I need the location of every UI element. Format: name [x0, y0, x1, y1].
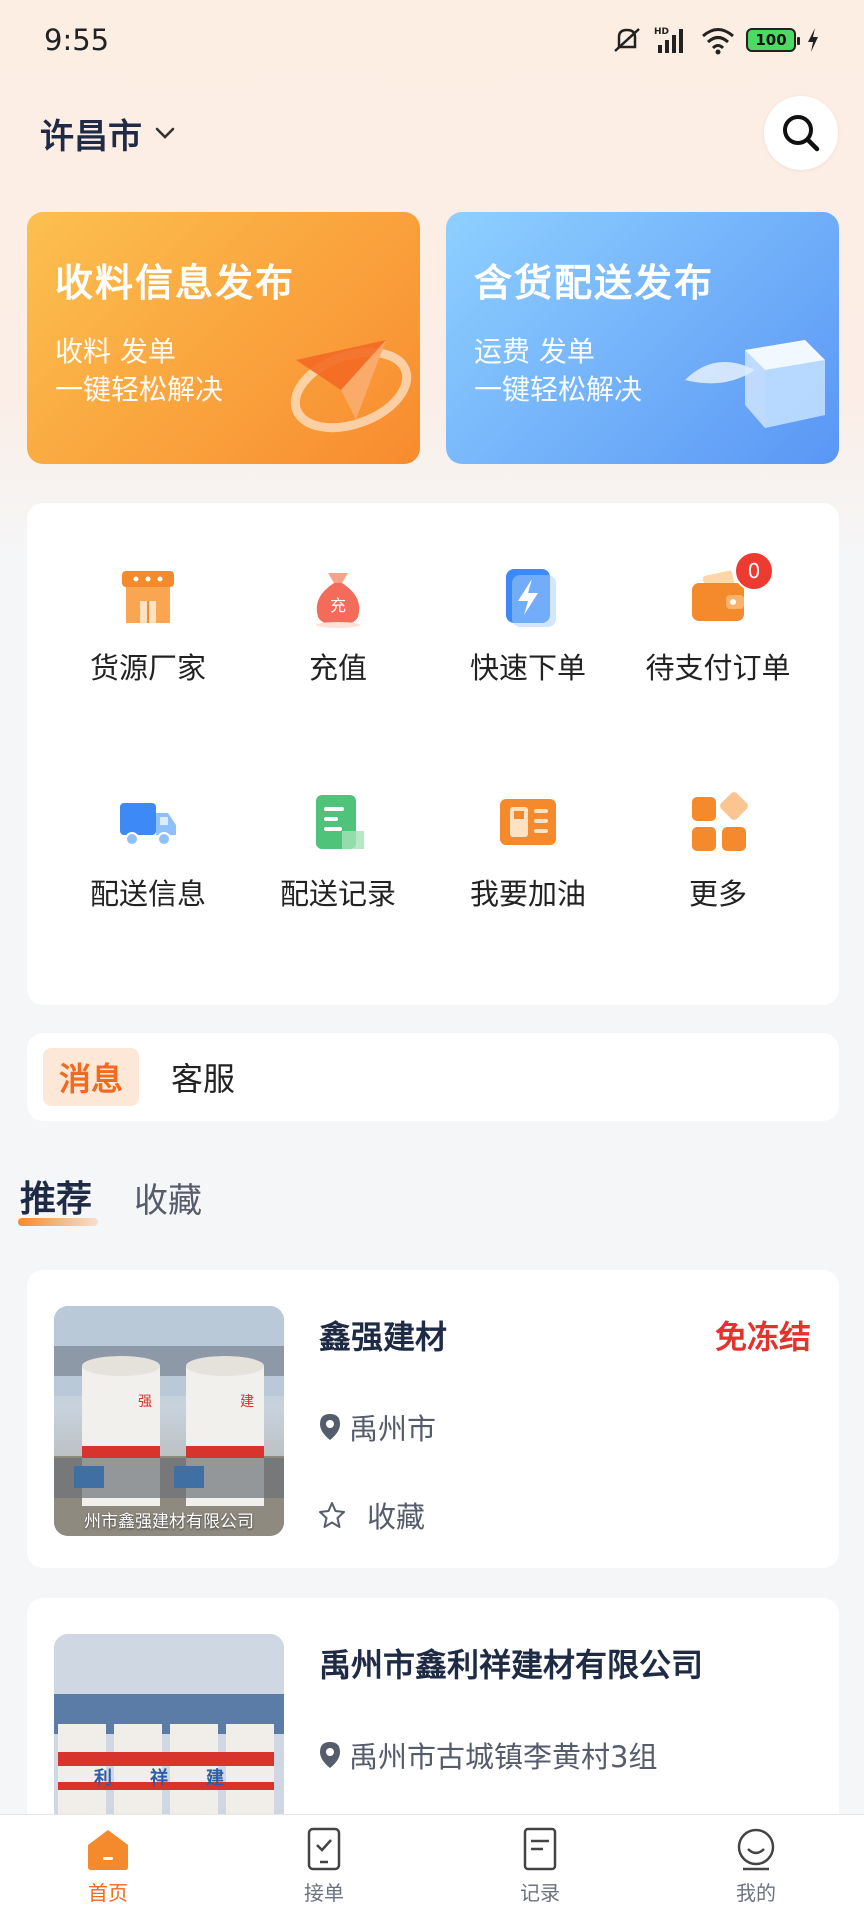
battery-indicator: 100	[746, 28, 800, 52]
search-icon	[783, 115, 820, 152]
mute-icon	[614, 28, 640, 52]
grid-label: 我要加油	[469, 877, 586, 911]
grid-item-quick-order[interactable]: 快速下单	[433, 565, 623, 705]
grid-label: 充值	[308, 651, 367, 685]
winged-box-icon	[685, 340, 825, 428]
banner-row: 收料信息发布 收料 发单 一键轻松解决 含货配送发布 运费 发单 一键轻松解决	[27, 212, 839, 464]
favorite-label: 收藏	[367, 1500, 426, 1534]
nav-item-profile[interactable]: 我的	[648, 1815, 864, 1920]
product-location: 禹州市	[317, 1406, 436, 1448]
product-card[interactable]: 利 祥 建 禹州市鑫利祥建材有限公司 禹州市古城镇李黄村3组	[27, 1598, 839, 1864]
banner-title: 含货配送发布	[474, 261, 715, 305]
money-bag-icon: 充	[316, 573, 360, 628]
grid-item-more[interactable]: 更多	[623, 791, 813, 931]
status-icons: HD 100	[610, 25, 820, 55]
location-pin-icon	[320, 1414, 340, 1440]
message-tag: 消息	[43, 1048, 140, 1106]
grid-label: 货源厂家	[89, 651, 206, 685]
grid-item-delivery-record[interactable]: 配送记录	[243, 791, 433, 931]
message-bar[interactable]: 消息 客服	[27, 1033, 839, 1121]
svg-text:充: 充	[330, 596, 346, 615]
product-location: 禹州市古城镇李黄村3组	[317, 1734, 657, 1776]
search-button[interactable]	[764, 96, 838, 170]
location-text: 禹州市古城镇李黄村3组	[349, 1740, 658, 1774]
nav-item-orders[interactable]: 接单	[216, 1815, 432, 1920]
truck-icon	[120, 803, 176, 846]
header: 许昌市	[0, 88, 864, 178]
home-icon	[88, 1830, 128, 1870]
record-icon	[316, 795, 364, 849]
wifi-icon	[702, 28, 734, 55]
product-name: 禹州市鑫利祥建材有限公司	[319, 1646, 704, 1684]
bottom-nav: 首页 接单 记录 我的	[0, 1814, 864, 1920]
banner-receive-material[interactable]: 收料信息发布 收料 发单 一键轻松解决	[27, 212, 420, 464]
grid-label: 配送记录	[279, 877, 396, 911]
favorite-button[interactable]: 收藏	[317, 1494, 425, 1536]
paper-plane-icon	[290, 340, 412, 433]
star-icon	[319, 1502, 345, 1528]
svg-text:强: 强	[138, 1394, 152, 1410]
nav-label: 我的	[736, 1881, 776, 1905]
product-card[interactable]: 强 建 州市鑫强建材有限公司 鑫强建材 免冻结 禹州市 收藏	[27, 1270, 839, 1568]
grid-item-refuel[interactable]: 我要加油	[433, 791, 623, 931]
location-text: 禹州市	[349, 1412, 437, 1446]
factory-icon	[122, 571, 174, 623]
quick-actions-card: 货源厂家 充 充值 快速下单 0 待支付订单 配送信息 配送记录 我要加油 更多	[27, 503, 839, 1005]
nav-item-records[interactable]: 记录	[432, 1815, 648, 1920]
grid-item-factory[interactable]: 货源厂家	[53, 565, 243, 705]
banner-goods-delivery[interactable]: 含货配送发布 运费 发单 一键轻松解决	[446, 212, 839, 464]
image-caption: 州市鑫强建材有限公司	[84, 1512, 254, 1532]
grid-label: 配送信息	[89, 877, 206, 911]
signal-icon: HD	[654, 27, 683, 53]
svg-text:HD: HD	[654, 27, 669, 37]
document-icon	[523, 1827, 557, 1871]
status-time: 9:55	[44, 23, 110, 57]
more-grid-icon	[692, 792, 748, 851]
grid-label: 待支付订单	[645, 651, 791, 685]
grid-label: 更多	[688, 877, 747, 911]
svg-text:祥: 祥	[150, 1767, 168, 1789]
status-bar: 9:55 HD 100	[0, 0, 864, 80]
svg-text:建: 建	[206, 1767, 224, 1789]
nav-label: 记录	[520, 1881, 560, 1905]
message-text: 客服	[171, 1060, 236, 1098]
tab-recommend[interactable]: 推荐	[17, 1170, 99, 1226]
fuel-icon	[500, 799, 556, 845]
lightning-icon	[506, 569, 556, 627]
recommend-tabs: 推荐 收藏	[17, 1170, 202, 1226]
silo-image: 强 建	[54, 1306, 284, 1536]
phone-check-icon	[307, 1827, 341, 1871]
svg-text:利: 利	[94, 1767, 112, 1789]
nav-label: 接单	[304, 1881, 344, 1905]
tab-favorites[interactable]: 收藏	[134, 1173, 202, 1222]
grid-item-recharge[interactable]: 充 充值	[243, 565, 433, 705]
charging-icon	[808, 28, 818, 52]
grid-label: 快速下单	[469, 651, 586, 685]
svg-text:建: 建	[240, 1394, 254, 1410]
chevron-down-icon	[155, 127, 175, 139]
city-name: 许昌市	[40, 116, 142, 157]
product-image: 强 建 州市鑫强建材有限公司	[54, 1306, 284, 1536]
free-freeze-tag: 免冻结	[714, 1318, 811, 1356]
city-selector[interactable]: 许昌市	[40, 109, 178, 158]
grid-item-pending-payment[interactable]: 0 待支付订单	[623, 551, 813, 705]
smile-icon	[737, 1828, 775, 1871]
location-pin-icon	[320, 1742, 340, 1768]
nav-label: 首页	[88, 1881, 128, 1905]
nav-item-home[interactable]: 首页	[0, 1815, 216, 1920]
grid-item-delivery-info[interactable]: 配送信息	[53, 791, 243, 931]
pending-count-badge: 0	[734, 551, 774, 591]
product-name: 鑫强建材	[319, 1318, 448, 1356]
banner-title: 收料信息发布	[55, 261, 296, 305]
